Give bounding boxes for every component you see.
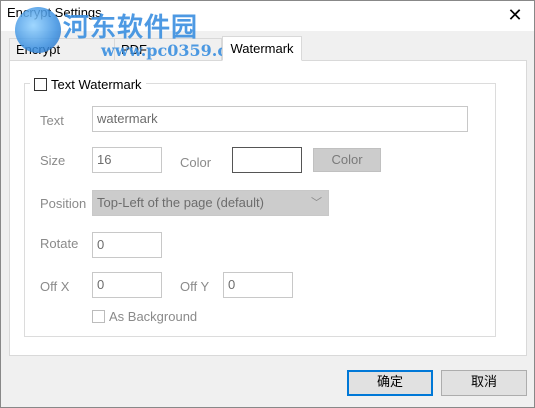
title-bar: Encrypt Settings ✕ bbox=[1, 1, 534, 31]
color-swatch bbox=[232, 147, 302, 173]
offx-label: Off X bbox=[40, 279, 70, 294]
tab-encrypt-options[interactable]: Encrypt Options bbox=[9, 38, 115, 79]
watermark-panel: Text Watermark Text watermark Size 16 Co… bbox=[9, 60, 527, 356]
color-button[interactable]: Color bbox=[313, 148, 381, 172]
as-background-label: As Background bbox=[109, 309, 198, 324]
as-background-toggle[interactable]: As Background bbox=[92, 309, 197, 324]
size-label: Size bbox=[40, 153, 66, 168]
offy-label: Off Y bbox=[180, 279, 210, 294]
text-watermark-checkbox[interactable] bbox=[34, 78, 47, 91]
position-value: Top-Left of the page (default) bbox=[97, 195, 264, 210]
cancel-button[interactable]: 取消 bbox=[441, 370, 527, 396]
position-select[interactable]: Top-Left of the page (default) ﹀ bbox=[92, 190, 329, 216]
text-watermark-toggle[interactable]: Text Watermark bbox=[30, 77, 146, 92]
text-watermark-label: Text Watermark bbox=[51, 77, 142, 92]
ok-button[interactable]: 确定 bbox=[347, 370, 433, 396]
chevron-down-icon: ﹀ bbox=[311, 197, 322, 209]
rotate-input[interactable]: 0 bbox=[92, 232, 162, 258]
tab-watermark[interactable]: Watermark bbox=[222, 36, 302, 61]
offy-input[interactable]: 0 bbox=[223, 272, 293, 298]
size-input[interactable]: 16 bbox=[92, 147, 162, 173]
tab-pdf-information[interactable]: PDF Information bbox=[114, 38, 222, 79]
rotate-label: Rotate bbox=[40, 236, 79, 251]
window-title: Encrypt Settings bbox=[7, 5, 102, 20]
tab-strip: Encrypt Options PDF Information Watermar… bbox=[9, 36, 529, 79]
position-label: Position bbox=[40, 196, 87, 211]
dialog-window: Encrypt Settings ✕ Encrypt Options PDF I… bbox=[0, 0, 535, 408]
text-label: Text bbox=[40, 113, 64, 128]
offx-input[interactable]: 0 bbox=[92, 272, 162, 298]
color-label: Color bbox=[180, 155, 212, 170]
close-icon[interactable]: ✕ bbox=[502, 3, 528, 27]
text-input[interactable]: watermark bbox=[92, 106, 468, 132]
as-background-checkbox[interactable] bbox=[92, 310, 105, 323]
